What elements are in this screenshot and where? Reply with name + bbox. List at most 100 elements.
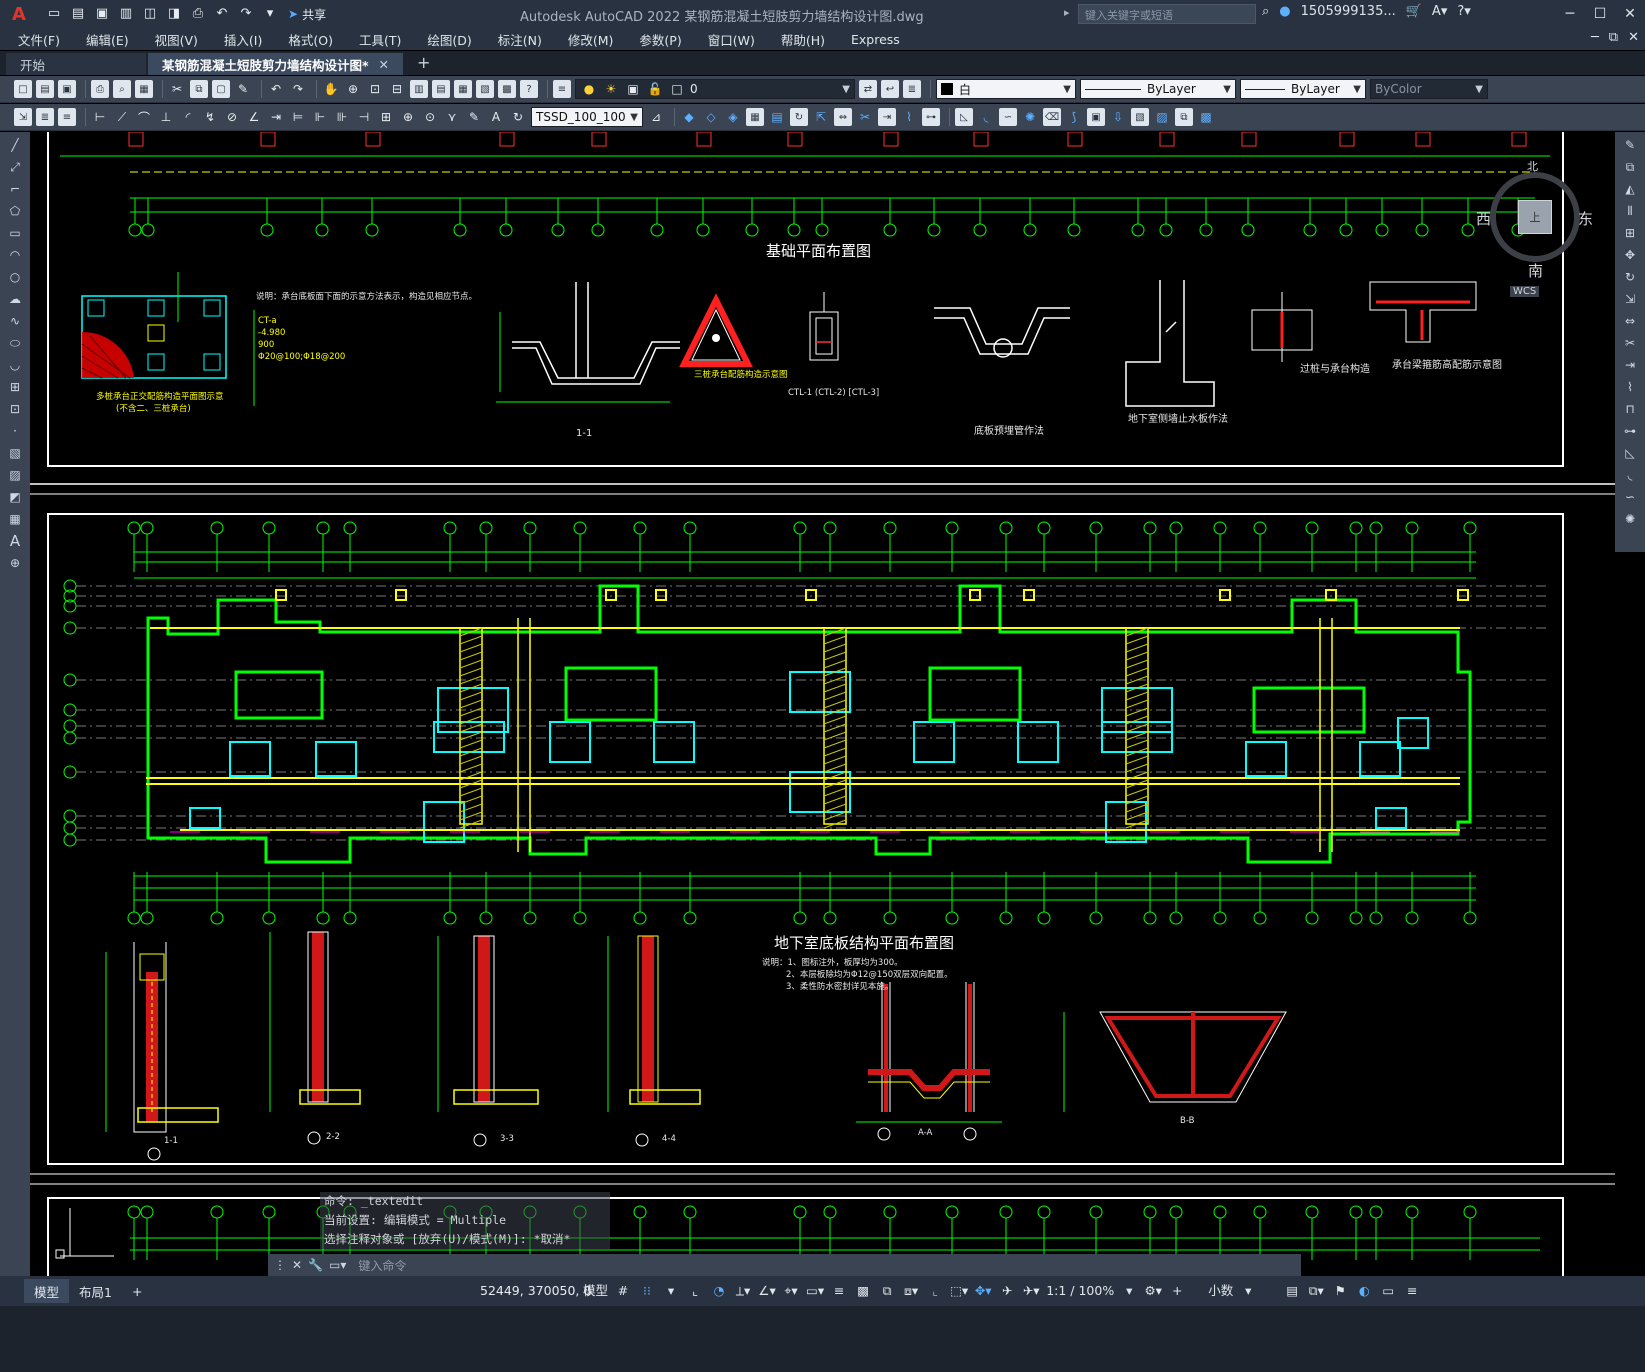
dim-update-icon[interactable]: ↻ <box>509 108 527 126</box>
menu-item[interactable]: Express <box>851 32 900 47</box>
pedit-icon[interactable]: ⟆ <box>1065 108 1083 126</box>
snap-icon[interactable]: ⁝⁝ <box>638 1282 656 1300</box>
design-center-icon[interactable]: ▤ <box>432 80 450 98</box>
save-icon[interactable]: ▣ <box>58 80 76 98</box>
layer-tool-icon[interactable]: ≣ <box>36 108 54 126</box>
plotstyle-combo[interactable]: ByColor ▼ <box>1370 79 1488 99</box>
close-button[interactable]: ✕ <box>1615 0 1645 28</box>
layer-properties-icon[interactable]: ≡ <box>553 80 571 98</box>
center-mark-icon[interactable]: ⊕ <box>399 108 417 126</box>
menu-item[interactable]: 工具(T) <box>359 30 401 49</box>
dim-text-edit-icon[interactable]: A <box>487 108 505 126</box>
clean-screen-icon[interactable]: ▭ <box>1379 1282 1397 1300</box>
3d-osnap-icon[interactable]: ⧈▾ <box>902 1282 920 1300</box>
annotation-scale[interactable]: 1:1 / 100% <box>1046 1282 1114 1300</box>
recent-commands-icon[interactable]: ▭▾ <box>329 1258 346 1272</box>
line-icon[interactable]: ╱ <box>4 136 26 154</box>
dim-ordinate-icon[interactable]: ⊥ <box>157 108 175 126</box>
compass-north[interactable]: 北 <box>1527 158 1538 174</box>
mirror-icon[interactable]: ◈ <box>724 108 742 126</box>
command-input[interactable]: 键入命令 <box>358 1257 406 1274</box>
scale-icon[interactable]: ⇲ <box>1619 290 1641 308</box>
selection-cycling-icon[interactable]: ⧉ <box>878 1282 896 1300</box>
tool-palettes-icon[interactable]: ▦ <box>454 80 472 98</box>
hardware-acceleration-icon[interactable]: ◐ <box>1355 1282 1373 1300</box>
ellipse-arc-icon[interactable]: ◡ <box>4 356 26 374</box>
dim-edit-icon[interactable]: ✎ <box>465 108 483 126</box>
save-icon[interactable]: ▣ <box>94 6 110 22</box>
dim-space-icon[interactable]: ⊪ <box>333 108 351 126</box>
open-web-icon[interactable]: ◫ <box>142 6 158 22</box>
tab-start[interactable]: 开始 <box>6 53 146 75</box>
menu-item[interactable]: 插入(I) <box>224 30 262 49</box>
chevron-down-icon[interactable]: ▾ <box>1120 1282 1138 1300</box>
doc-restore-button[interactable]: ⧉ <box>1609 30 1618 45</box>
dim-jogged-icon[interactable]: ↯ <box>201 108 219 126</box>
layer-combo[interactable]: ● ☀ ▣ 🔓 □ 0 ▼ <box>575 79 855 99</box>
inspect-icon[interactable]: ⊙ <box>421 108 439 126</box>
help-icon[interactable]: ? <box>520 80 538 98</box>
customize-icon[interactable]: 🔧 <box>308 1258 323 1272</box>
wcs-label[interactable]: WCS <box>1510 286 1540 297</box>
redo-icon[interactable]: ↷ <box>238 6 254 22</box>
extend-icon[interactable]: ⇥ <box>878 108 896 126</box>
print-icon[interactable]: ⎙ <box>190 6 206 22</box>
tab-model[interactable]: 模型 <box>24 1279 70 1303</box>
gradient-icon[interactable]: ▨ <box>4 466 26 484</box>
point-icon[interactable]: · <box>4 422 26 440</box>
menu-item[interactable]: 修改(M) <box>568 30 614 49</box>
dim-break-icon[interactable]: ⊣ <box>355 108 373 126</box>
revcloud-icon[interactable]: ☁ <box>4 290 26 308</box>
make-block-icon[interactable]: ⊡ <box>4 400 26 418</box>
doc-minimize-button[interactable]: ─ <box>1591 30 1599 45</box>
share-button[interactable]: ➤ 共享 <box>288 6 326 23</box>
polar-icon[interactable]: ◔ <box>710 1282 728 1300</box>
ellipse-icon[interactable]: ⬭ <box>4 334 26 352</box>
publish-icon[interactable]: ▦ <box>135 80 153 98</box>
grid-icon[interactable]: # <box>614 1282 632 1300</box>
menu-item[interactable]: 文件(F) <box>18 30 60 49</box>
workspace-gear-icon[interactable]: ⚙▾ <box>1144 1282 1162 1300</box>
viewcube[interactable]: 上 北 西 东 南 <box>1476 160 1593 280</box>
infer-icon[interactable]: ▾ <box>662 1282 680 1300</box>
add-selected-icon[interactable]: ⊕ <box>4 554 26 572</box>
dimstyle-combo[interactable]: TSSD_100_100 ▼ <box>531 107 643 127</box>
trim-icon[interactable]: ✂ <box>1619 334 1641 352</box>
menu-item[interactable]: 视图(V) <box>155 30 198 49</box>
hatch-icon[interactable]: ▧ <box>4 444 26 462</box>
menu-item[interactable]: 参数(P) <box>639 30 681 49</box>
cart-icon[interactable]: 🛒 <box>1406 4 1422 19</box>
dim-style-icon[interactable]: ⊿ <box>647 108 665 126</box>
help-icon[interactable]: ?▾ <box>1457 4 1470 19</box>
user-name[interactable]: 1505999135... <box>1301 4 1396 19</box>
match-properties-icon[interactable]: ✎ <box>234 80 252 98</box>
join-icon[interactable]: ⊶ <box>1619 422 1641 440</box>
break-icon[interactable]: ⌇ <box>900 108 918 126</box>
2d-osnap-icon[interactable]: ▭▾ <box>806 1282 824 1300</box>
table-icon[interactable]: ▦ <box>4 510 26 528</box>
layer-iso-icon[interactable]: ≡ <box>58 108 76 126</box>
attdef-icon[interactable]: ▧ <box>1131 108 1149 126</box>
chamfer-icon[interactable]: ◺ <box>1619 444 1641 462</box>
insert-icon[interactable]: ⇩ <box>1109 108 1127 126</box>
viewcube-top-face[interactable]: 上 <box>1518 200 1552 234</box>
stretch-icon[interactable]: ⇔ <box>834 108 852 126</box>
menu-item[interactable]: 帮助(H) <box>781 30 825 49</box>
rotate-icon[interactable]: ↻ <box>790 108 808 126</box>
grip-icon[interactable]: ⋮ <box>274 1258 286 1272</box>
trim-icon[interactable]: ✂ <box>856 108 874 126</box>
cut-icon[interactable]: ✂ <box>168 80 186 98</box>
quick-dim-icon[interactable]: ⇥ <box>267 108 285 126</box>
plus-icon[interactable]: + <box>1168 1282 1186 1300</box>
dim-diameter-icon[interactable]: ⊘ <box>223 108 241 126</box>
tab-drawing[interactable]: 某钢筋混凝土短肢剪力墙结构设计图* ✕ <box>148 53 404 75</box>
cad-drawing[interactable] <box>30 132 1615 1340</box>
search-input[interactable]: 键入关键字或短语 <box>1078 4 1256 24</box>
transparency-icon[interactable]: ▩ <box>854 1282 872 1300</box>
color-combo[interactable]: 白 ▼ <box>936 79 1076 99</box>
linetype-combo[interactable]: ByLayer ▼ <box>1080 79 1236 99</box>
plot-icon[interactable]: ⎙ <box>91 80 109 98</box>
add-layout-button[interactable]: + <box>122 1279 152 1303</box>
pan-icon[interactable]: ✋ <box>322 80 340 98</box>
autocad-logo-icon[interactable]: A <box>6 1 32 27</box>
